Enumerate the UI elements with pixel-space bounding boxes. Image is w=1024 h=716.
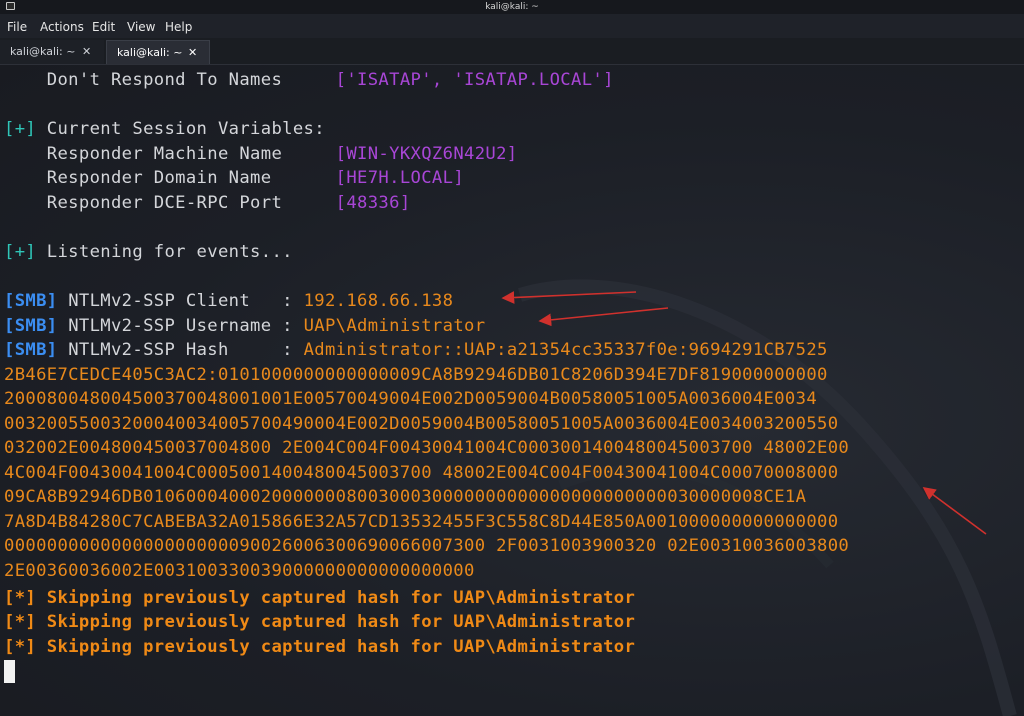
setting-value: ['ISATAP', 'ISATAP.LOCAL'] [335, 70, 614, 90]
domain-name-line: Responder Domain Name [HE7H.LOCAL] [4, 166, 464, 190]
setting-value: [WIN-YKXQZ6N42U2] [335, 144, 518, 164]
status-prefix: [+] [4, 119, 37, 139]
hash-continuation-line: 032002E004800450037004800 2E004C004F0043… [4, 438, 850, 458]
tab-bar: kali@kali: ~ ✕ kali@kali: ~ ✕ [0, 38, 1024, 65]
status-text: Skipping previously captured hash for UA… [36, 588, 636, 608]
setting-label: Responder Machine Name [4, 144, 336, 164]
menu-bar: File Actions Edit View Help [0, 14, 1024, 38]
menu-help[interactable]: Help [165, 20, 192, 34]
hash-continuation-line: 2B46E7CEDCE405C3AC2:0101000000000000009C… [4, 365, 828, 385]
menu-view[interactable]: View [127, 20, 155, 34]
hash-continuation-line: 7A8D4B84280C7CABEBA32A015866E32A57CD1353… [4, 512, 839, 532]
setting-label: Responder Domain Name [4, 168, 336, 188]
listening-line: [+] Listening for events... [4, 240, 293, 264]
menu-file[interactable]: File [7, 20, 27, 34]
smb-tag: [SMB] [4, 291, 58, 311]
hash-continuation-line: 0000000000000000000000900260063006900660… [4, 536, 850, 556]
setting-label: Responder DCE-RPC Port [4, 193, 336, 213]
smb-username-line: [SMB] NTLMv2-SSP Username : UAP\Administ… [4, 314, 485, 338]
dce-port-line: Responder DCE-RPC Port [48336] [4, 191, 411, 215]
setting-value: [HE7H.LOCAL] [335, 168, 465, 188]
tab-terminal-2[interactable]: kali@kali: ~ ✕ [106, 40, 210, 64]
hash-continuation-line: 2E00360036002E00310033003900000000000000… [4, 561, 475, 581]
status-prefix: [*] [4, 612, 37, 632]
terminal-output[interactable]: Don't Respond To Names ['ISATAP', 'ISATA… [0, 65, 1024, 716]
dont-respond-line: Don't Respond To Names ['ISATAP', 'ISATA… [4, 68, 614, 92]
field-label: NTLMv2-SSP Username : [57, 316, 304, 336]
window-title: kali@kali: ~ [485, 2, 539, 12]
status-prefix: [+] [4, 242, 37, 262]
status-text: Skipping previously captured hash for UA… [36, 637, 636, 657]
close-icon[interactable]: ✕ [188, 46, 197, 59]
status-text: Listening for events... [36, 242, 293, 262]
status-prefix: [*] [4, 588, 37, 608]
hash-continuation-line: 09CA8B92946DB010600040002000000080030003… [4, 487, 807, 507]
status-prefix: [*] [4, 637, 37, 657]
client-ip-value: 192.168.66.138 [303, 291, 454, 311]
hash-continuation-line: 4C004F00430041004C0005001400480045003700… [4, 463, 839, 483]
setting-label: Don't Respond To Names [4, 70, 336, 90]
tab-label: kali@kali: ~ [117, 46, 183, 59]
tab-label: kali@kali: ~ [10, 45, 76, 58]
tab-terminal-1[interactable]: kali@kali: ~ ✕ [0, 40, 104, 64]
session-header-line: [+] Current Session Variables: [4, 117, 325, 141]
hash-value: Administrator::UAP:a21354cc35337f0e:9694… [303, 340, 828, 360]
window-titlebar: kali@kali: ~ [0, 0, 1024, 14]
smb-tag: [SMB] [4, 340, 58, 360]
machine-name-line: Responder Machine Name [WIN-YKXQZ6N42U2] [4, 142, 518, 166]
field-label: NTLMv2-SSP Client : [57, 291, 304, 311]
menu-edit[interactable]: Edit [92, 20, 115, 34]
section-heading: Current Session Variables: [36, 119, 325, 139]
close-icon[interactable]: ✕ [82, 45, 91, 58]
setting-value: [48336] [335, 193, 411, 213]
smb-tag: [SMB] [4, 316, 58, 336]
status-text: Skipping previously captured hash for UA… [36, 612, 636, 632]
field-label: NTLMv2-SSP Hash : [57, 340, 304, 360]
smb-client-line: [SMB] NTLMv2-SSP Client : 192.168.66.138 [4, 289, 453, 313]
skipping-line: [*] Skipping previously captured hash fo… [4, 610, 635, 634]
skipping-line: [*] Skipping previously captured hash fo… [4, 586, 635, 610]
hash-continuation-line: 200080048004500370048001001E00570049004E… [4, 389, 818, 409]
username-value: UAP\Administrator [303, 316, 486, 336]
terminal-cursor [4, 660, 15, 683]
menu-actions[interactable]: Actions [40, 20, 84, 34]
smb-hash-line: [SMB] NTLMv2-SSP Hash : Administrator::U… [4, 338, 828, 362]
skipping-line: [*] Skipping previously captured hash fo… [4, 635, 635, 659]
hash-continuation-line: 00320055003200040034005700490004E002D005… [4, 414, 839, 434]
